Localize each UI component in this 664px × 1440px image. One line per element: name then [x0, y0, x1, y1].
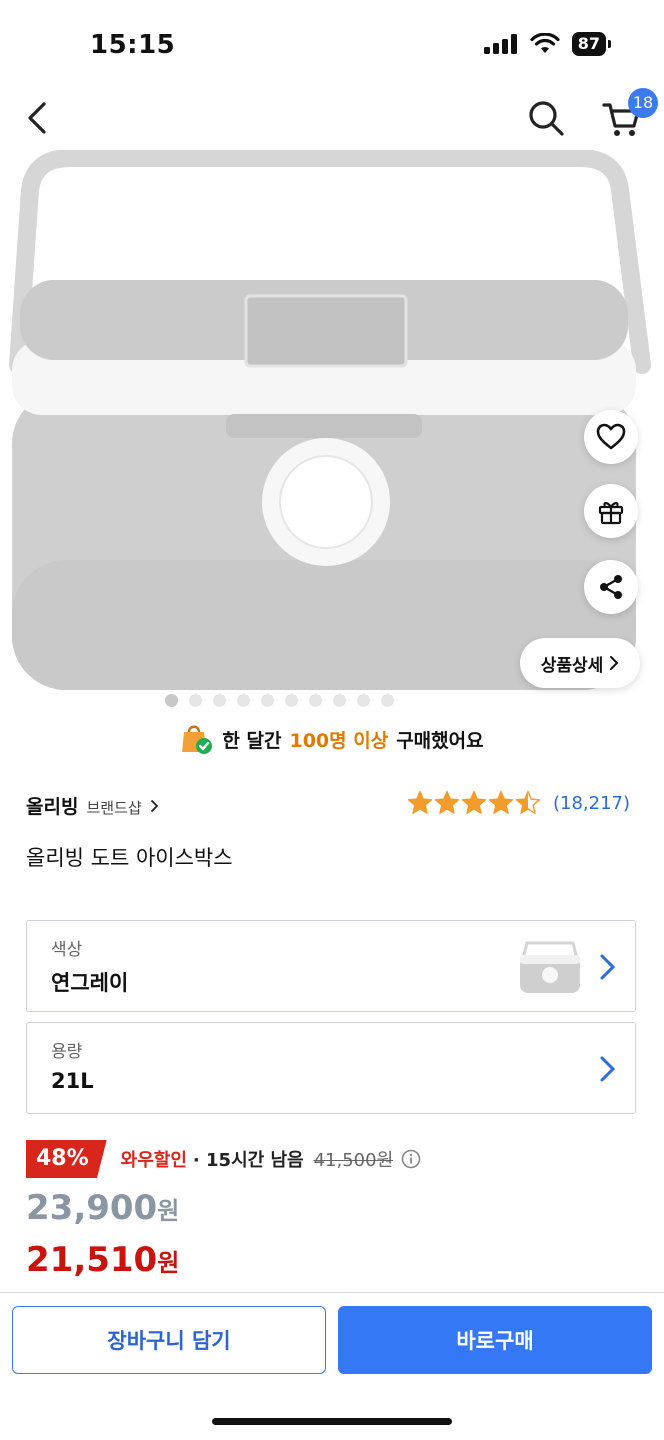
time-remaining: · 15시간 남음: [192, 1150, 304, 1171]
gift-button[interactable]: [584, 484, 638, 538]
sale-price-number: 23,900: [26, 1188, 158, 1228]
carousel-dot[interactable]: [189, 694, 202, 707]
share-button[interactable]: [584, 560, 638, 614]
heart-icon: [596, 423, 626, 450]
carousel-dot[interactable]: [309, 694, 322, 707]
info-icon[interactable]: [401, 1149, 421, 1169]
carousel-dot[interactable]: [381, 694, 394, 707]
carousel-dots: [0, 694, 664, 707]
back-button[interactable]: [20, 96, 60, 140]
option-thumbnail: [520, 941, 580, 993]
notice-prefix: 한 달간: [222, 729, 282, 752]
option-label: 색상: [51, 940, 83, 960]
status-icons: 87: [483, 32, 612, 56]
rating[interactable]: (18,217): [407, 790, 630, 816]
star-icon: [461, 790, 487, 814]
carousel-dot[interactable]: [165, 694, 178, 707]
product-detail-button[interactable]: 상품상세: [520, 638, 640, 688]
star-icon: [434, 790, 460, 814]
chevron-right-icon: [610, 656, 619, 670]
currency-unit: 원: [157, 1249, 180, 1277]
product-image[interactable]: [0, 149, 664, 710]
option-color-selector[interactable]: 색상 연그레이: [26, 920, 636, 1012]
wifi-icon: [530, 33, 560, 53]
brand-shop-label: 브랜드샵: [86, 799, 142, 817]
search-icon: [529, 101, 564, 136]
brand-name: 올리빙: [26, 796, 79, 818]
original-price: 41,500원: [313, 1150, 394, 1171]
star-icon: [515, 790, 541, 814]
wow-discount-label: 와우할인: [120, 1150, 187, 1171]
brand-link[interactable]: 올리빙 브랜드샵: [26, 792, 159, 819]
carousel-dot[interactable]: [213, 694, 226, 707]
home-indicator: [212, 1418, 452, 1425]
review-count[interactable]: (18,217): [553, 793, 630, 814]
battery-indicator: 87: [571, 32, 612, 56]
notice-highlight: 100명 이상: [289, 729, 389, 752]
add-to-cart-button[interactable]: 장바구니 담기: [12, 1306, 326, 1374]
cart-count-badge: 18: [628, 88, 658, 118]
carousel-dot[interactable]: [357, 694, 370, 707]
search-button[interactable]: [524, 96, 568, 140]
carousel-dot[interactable]: [333, 694, 346, 707]
chevron-right-icon: [600, 954, 616, 980]
share-icon: [600, 575, 622, 599]
discount-badge: 48%: [26, 1140, 107, 1178]
wow-price-number: 21,510: [26, 1240, 158, 1280]
wishlist-button[interactable]: [584, 410, 638, 464]
divider: [0, 1292, 664, 1293]
star-icon: [488, 790, 514, 814]
carousel-dot[interactable]: [237, 694, 250, 707]
notice-suffix: 구매했어요: [396, 729, 484, 752]
option-capacity-selector[interactable]: 용량 21L: [26, 1022, 636, 1114]
shopping-bag-icon: [182, 725, 213, 754]
signal-icon: [483, 34, 517, 54]
back-icon: [28, 102, 46, 134]
currency-unit: 원: [157, 1197, 180, 1225]
carousel-dot[interactable]: [261, 694, 274, 707]
buy-now-button[interactable]: 바로구매: [338, 1306, 652, 1374]
purchase-notice: 한 달간 100명 이상 구매했어요: [0, 722, 664, 756]
option-label: 용량: [51, 1042, 83, 1062]
gift-icon: [598, 502, 624, 525]
star-icon: [407, 790, 433, 814]
status-time: 15:15: [90, 30, 176, 60]
sale-price: 23,900원: [26, 1188, 179, 1228]
wow-price: 21,510원: [26, 1240, 179, 1280]
chevron-right-icon: [600, 1056, 616, 1082]
discount-row: 48% 와우할인 · 15시간 남음 41,500원: [26, 1140, 421, 1178]
option-value: 21L: [51, 1069, 94, 1093]
carousel-dot[interactable]: [285, 694, 298, 707]
product-title: 올리빙 도트 아이스박스: [26, 846, 233, 870]
option-value: 연그레이: [51, 971, 129, 995]
product-detail-label: 상품상세: [540, 655, 604, 676]
star-rating: [407, 790, 541, 814]
chevron-right-icon: [150, 799, 158, 813]
